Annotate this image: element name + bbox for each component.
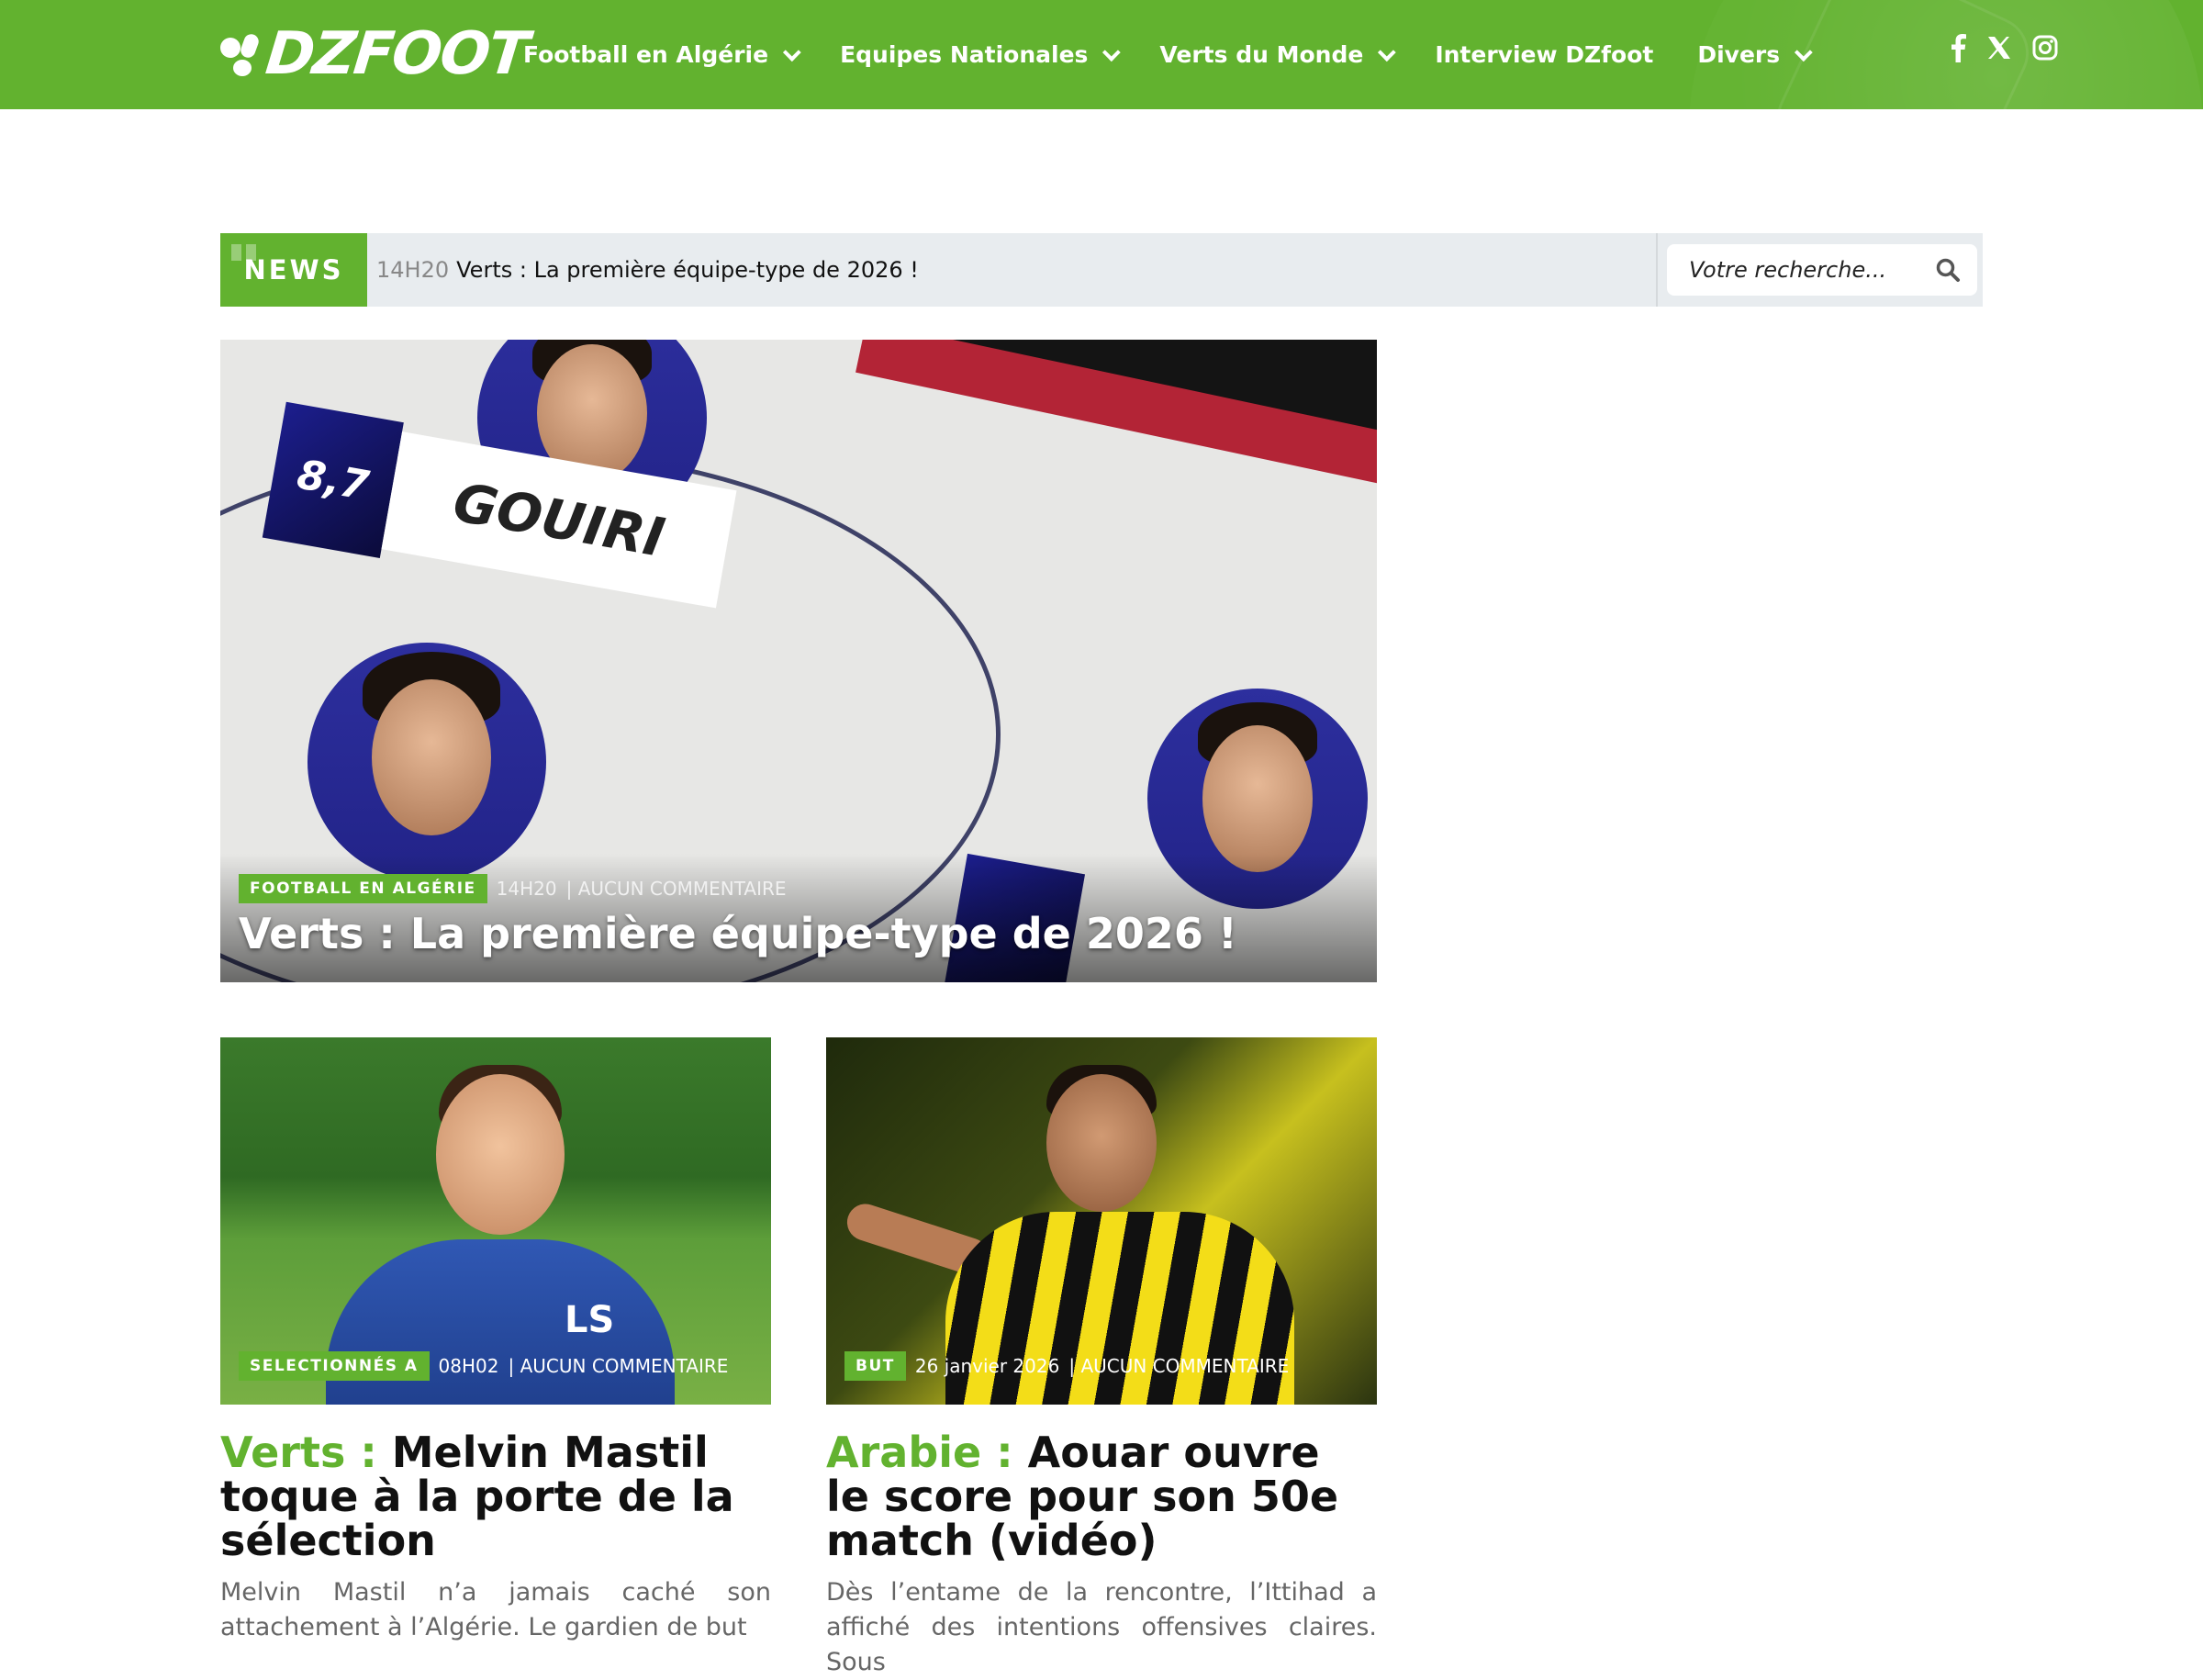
article-card[interactable]: BUT 26 janvier 2026 | AUCUN COMMENTAIRE … [826, 1037, 1377, 1680]
article-thumbnail[interactable]: LS SELECTIONNÉS A 08H02 | AUCUN COMMENTA… [220, 1037, 771, 1405]
social-links [1950, 33, 2058, 62]
chevron-down-icon [1378, 42, 1397, 62]
nav-item-football-en-algerie[interactable]: Football en Algérie [523, 41, 801, 68]
top-navigation-bar: DZFOOT Football en Algérie Equipes Natio… [0, 0, 2203, 109]
nav-item-label: Verts du Monde [1159, 41, 1364, 68]
ticker-time: 14H20 [376, 257, 450, 283]
site-logo[interactable]: DZFOOT [220, 20, 531, 88]
article-time: 26 janvier 2026 [914, 1355, 1060, 1377]
player-rating: 8,7 [262, 401, 404, 559]
search-icon[interactable] [1935, 257, 1961, 286]
x-icon[interactable] [1986, 35, 2012, 61]
article-title-category: Arabie : [826, 1428, 1013, 1477]
article-meta: SELECTIONNÉS A 08H02 | AUCUN COMMENTAIRE [239, 1351, 728, 1381]
article-time: 14H20 [496, 878, 557, 900]
nav-item-divers[interactable]: Divers [1697, 41, 1813, 68]
search-input[interactable] [1667, 257, 1906, 283]
category-badge[interactable]: BUT [844, 1351, 906, 1381]
nav-item-label: Interview DZfoot [1435, 41, 1654, 68]
article-time: 08H02 [438, 1355, 499, 1377]
category-badge[interactable]: FOOTBALL EN ALGÉRIE [239, 874, 487, 903]
featured-article-title[interactable]: Verts : La première équipe-type de 2026 … [239, 909, 1237, 958]
player-photo [308, 643, 546, 881]
article-meta: BUT 26 janvier 2026 | AUCUN COMMENTAIRE [844, 1351, 1289, 1381]
article-title[interactable]: Verts : Melvin Mastil toque à la porte d… [220, 1430, 771, 1562]
article-excerpt: Dès l’entame de la rencontre, l’Ittihad … [826, 1578, 1377, 1676]
logo-ball-icon [220, 30, 261, 78]
article-comments[interactable]: | AUCUN COMMENTAIRE [508, 1355, 728, 1377]
article-title[interactable]: Arabie : Aouar ouvre le score pour son 5… [826, 1430, 1377, 1562]
nav-item-verts-du-monde[interactable]: Verts du Monde [1159, 41, 1397, 68]
news-label: NEWS [220, 233, 367, 307]
article-comments[interactable]: | AUCUN COMMENTAIRE [566, 878, 787, 900]
ticker-headline[interactable]: Verts : La première équipe-type de 2026 … [456, 257, 919, 283]
search-field [1667, 244, 1977, 296]
club-logo: LS [565, 1299, 615, 1341]
search-box [1656, 233, 1983, 307]
featured-article[interactable]: 8,7 GOUIRI FOOTBALL EN ALGÉRIE 14H20 | A… [220, 340, 1377, 982]
nav-item-interview-dzfoot[interactable]: Interview DZfoot [1435, 41, 1653, 68]
nav-item-label: Equipes Nationales [840, 41, 1089, 68]
article-comments[interactable]: | AUCUN COMMENTAIRE [1068, 1355, 1289, 1377]
article-title-category: Verts : [220, 1428, 377, 1477]
category-badge[interactable]: SELECTIONNÉS A [239, 1351, 430, 1381]
article-thumbnail[interactable]: BUT 26 janvier 2026 | AUCUN COMMENTAIRE [826, 1037, 1377, 1405]
nav-item-label: Divers [1697, 41, 1781, 68]
main-menu: Football en Algérie Equipes Nationales V… [523, 0, 1813, 109]
article-meta: FOOTBALL EN ALGÉRIE 14H20 | AUCUN COMMEN… [239, 874, 787, 903]
chevron-down-icon [782, 42, 801, 62]
chevron-down-icon [1102, 42, 1122, 62]
logo-text: DZFOOT [263, 20, 531, 88]
nav-item-equipes-nationales[interactable]: Equipes Nationales [840, 41, 1122, 68]
news-ticker: NEWS 14H20 Verts : La première équipe-ty… [220, 233, 1983, 307]
article-card[interactable]: LS SELECTIONNÉS A 08H02 | AUCUN COMMENTA… [220, 1037, 771, 1645]
instagram-icon[interactable] [2032, 35, 2058, 61]
article-excerpt: Melvin Mastil n’a jamais caché son attac… [220, 1578, 771, 1641]
facebook-icon[interactable] [1950, 33, 1966, 62]
ticker-item[interactable]: 14H20 Verts : La première équipe-type de… [376, 233, 919, 307]
quote-icon [231, 244, 259, 263]
nav-item-label: Football en Algérie [523, 41, 769, 68]
